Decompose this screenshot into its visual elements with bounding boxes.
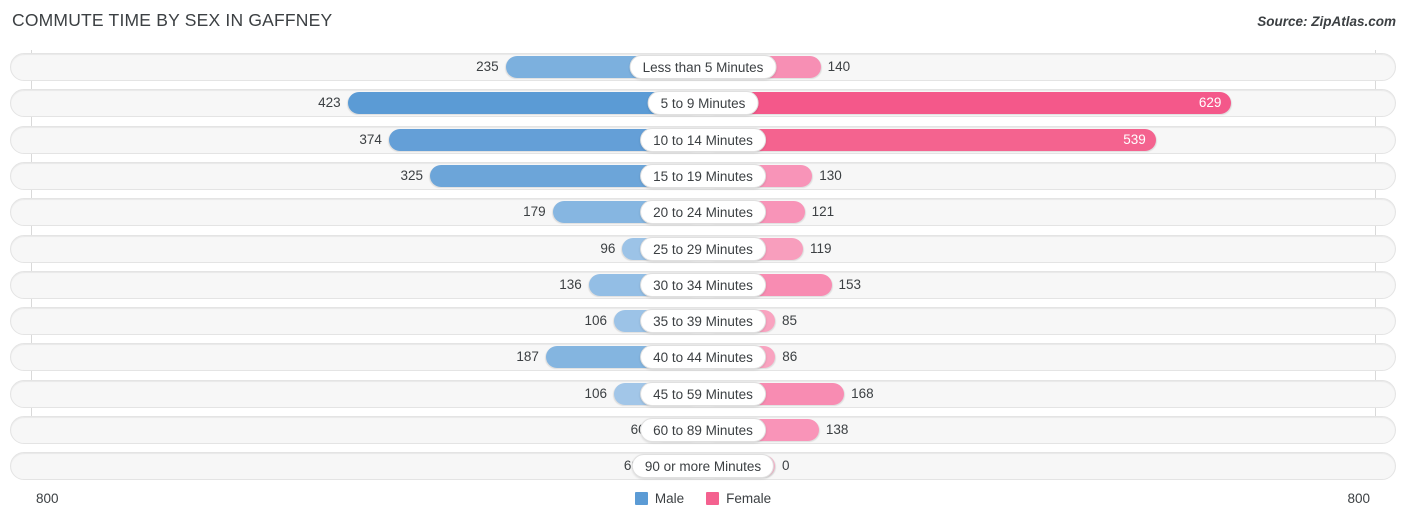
chart-row: 136 153 30 to 34 Minutes <box>10 270 1396 299</box>
value-label-female: 119 <box>809 240 832 256</box>
value-label-female: 121 <box>811 204 835 220</box>
legend-label: Female <box>726 491 772 506</box>
legend-swatch-icon <box>634 492 648 505</box>
chart-row: 96 119 25 to 29 Minutes <box>10 234 1396 263</box>
bar-female[interactable] <box>703 128 1156 151</box>
value-label-male: 106 <box>584 385 607 401</box>
value-label-female: 130 <box>819 167 842 183</box>
category-label: 40 to 44 Minutes <box>640 345 766 370</box>
chart-row: 374 539 10 to 14 Minutes <box>10 125 1396 154</box>
category-label: 35 to 39 Minutes <box>640 309 766 334</box>
value-label-female: 153 <box>838 276 862 292</box>
category-label: 20 to 24 Minutes <box>640 200 766 225</box>
value-label-male: 96 <box>600 240 616 256</box>
value-label-male: 106 <box>584 313 607 329</box>
value-label-female: 140 <box>827 59 851 74</box>
value-label-male: 325 <box>400 167 423 183</box>
value-label-female: 85 <box>782 313 798 329</box>
chart-row: 235 140 Less than 5 Minutes <box>10 53 1396 81</box>
chart-row: 179 121 20 to 24 Minutes <box>10 198 1396 227</box>
value-label-female: 86 <box>782 349 798 365</box>
chart-row: 187 86 40 to 44 Minutes <box>10 343 1396 372</box>
category-label: Less than 5 Minutes <box>629 55 777 79</box>
value-label-female: 0 <box>782 458 790 474</box>
legend-swatch-icon <box>706 492 720 505</box>
category-label: 10 to 14 Minutes <box>640 127 766 152</box>
category-label: 90 or more Minutes <box>631 454 775 479</box>
category-label: 5 to 9 Minutes <box>647 91 759 116</box>
value-label-male: 423 <box>318 95 341 111</box>
chart-row: 60 138 60 to 89 Minutes <box>10 416 1396 444</box>
source-attribution: Source: ZipAtlas.com <box>1257 14 1396 29</box>
diverging-bar-chart: 235 140 Less than 5 Minutes 423 629 5 to 9 Mi… <box>0 50 1406 487</box>
value-label-female: 168 <box>851 385 874 401</box>
category-label: 15 to 19 Minutes <box>640 163 766 188</box>
category-label: 30 to 34 Minutes <box>640 272 766 297</box>
bar-female[interactable] <box>703 92 1232 115</box>
chart-row: 106 168 45 to 59 Minutes <box>10 379 1396 408</box>
category-label: 60 to 89 Minutes <box>640 418 766 442</box>
value-label-male: 374 <box>359 131 382 147</box>
value-label-female: 539 <box>1123 131 1146 147</box>
legend-item[interactable]: Male <box>634 491 685 506</box>
chart-footer: 800 800 Male Female <box>0 487 1406 523</box>
category-label: 45 to 59 Minutes <box>640 381 766 406</box>
chart-row: 106 85 35 to 39 Minutes <box>10 307 1396 336</box>
legend: Male Female <box>0 491 1406 506</box>
category-label: 25 to 29 Minutes <box>640 236 766 261</box>
legend-item[interactable]: Female <box>706 491 771 506</box>
chart-row: 423 629 5 to 9 Minutes <box>10 89 1396 118</box>
value-label-male: 235 <box>476 59 499 74</box>
legend-label: Male <box>654 491 685 506</box>
value-label-male: 179 <box>523 204 546 220</box>
value-label-male: 136 <box>559 276 582 292</box>
value-label-female: 629 <box>1198 95 1222 111</box>
value-label-male: 187 <box>516 349 539 365</box>
chart-row: 325 130 15 to 19 Minutes <box>10 161 1396 190</box>
value-label-female: 138 <box>825 422 849 437</box>
page-title: COMMUTE TIME BY SEX IN GAFFNEY <box>12 10 333 30</box>
chart-row: 68090 or more Minutes <box>10 452 1396 481</box>
